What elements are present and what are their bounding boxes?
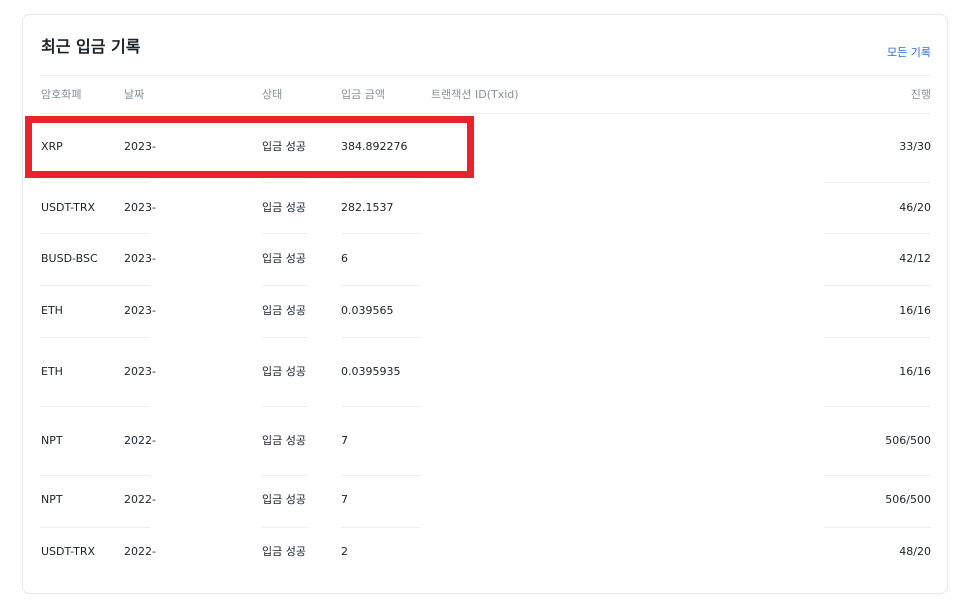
row-divider (341, 475, 421, 476)
row-divider (124, 406, 150, 407)
row-progress: 506/500 (885, 434, 931, 447)
column-header-status: 상태 (262, 88, 283, 101)
row-divider (124, 233, 150, 234)
header-top-divider (40, 75, 931, 76)
row-amount: 0.039565 (341, 304, 394, 317)
row-amount: 384.892276 (341, 140, 408, 153)
row-date: 2023- (124, 365, 156, 378)
row-date: 2023- (124, 140, 156, 153)
row-divider (262, 527, 308, 528)
row-divider (341, 182, 421, 183)
row-divider (341, 406, 421, 407)
row-divider (262, 337, 308, 338)
row-coin: NPT (41, 434, 63, 447)
row-coin: ETH (41, 365, 63, 378)
view-all-link[interactable]: 모든 기록 (887, 44, 931, 60)
column-header-coin: 암호화폐 (41, 88, 82, 101)
row-status: 입금 성공 (262, 434, 306, 447)
row-status: 입금 성공 (262, 304, 306, 317)
row-divider (824, 527, 931, 528)
row-date: 2022- (124, 545, 156, 558)
row-divider (262, 285, 308, 286)
row-status: 입금 성공 (262, 365, 306, 378)
row-divider (341, 337, 421, 338)
row-progress: 33/30 (899, 140, 931, 153)
row-date: 2023- (124, 252, 156, 265)
row-progress: 42/12 (899, 252, 931, 265)
row-coin: USDT-TRX (41, 201, 96, 214)
row-status: 입금 성공 (262, 545, 306, 558)
row-divider (124, 337, 150, 338)
row-divider (262, 475, 308, 476)
row-coin: ETH (41, 304, 63, 317)
row-divider (124, 527, 150, 528)
row-progress: 16/16 (899, 365, 931, 378)
row-divider (124, 475, 150, 476)
row-divider (824, 337, 931, 338)
row-date: 2023- (124, 201, 156, 214)
row-amount: 0.0395935 (341, 365, 401, 378)
row-progress: 506/500 (885, 493, 931, 506)
row-divider (124, 285, 150, 286)
column-header-progress: 진행 (910, 88, 931, 101)
row-date: 2022- (124, 434, 156, 447)
row-amount: 6 (341, 252, 348, 265)
row-amount: 2 (341, 545, 348, 558)
row-divider (824, 233, 931, 234)
column-header-date: 날짜 (124, 88, 145, 101)
row-progress: 46/20 (899, 201, 931, 214)
row-status: 입금 성공 (262, 201, 306, 214)
card-title: 최근 입금 기록 (41, 37, 141, 56)
row-divider (824, 182, 931, 183)
row-divider (824, 285, 931, 286)
row-divider (341, 233, 421, 234)
row-amount: 7 (341, 434, 348, 447)
row-divider (341, 527, 421, 528)
column-header-txid: 트랜잭션 ID(Txid) (431, 88, 519, 101)
row-date: 2022- (124, 493, 156, 506)
row-divider (262, 406, 308, 407)
row-amount: 282.1537 (341, 201, 394, 214)
row-coin: XRP (41, 140, 63, 153)
row-status: 입금 성공 (262, 140, 306, 153)
row-divider (341, 285, 421, 286)
row-status: 입금 성공 (262, 252, 306, 265)
row-coin: NPT (41, 493, 63, 506)
header-bottom-divider (40, 113, 931, 114)
row-amount: 7 (341, 493, 348, 506)
row-progress: 16/16 (899, 304, 931, 317)
row-divider (124, 182, 150, 183)
row-coin: BUSD-BSC (41, 252, 98, 265)
row-coin: USDT-TRX (41, 545, 96, 558)
column-header-amount: 입금 금액 (341, 88, 385, 101)
row-status: 입금 성공 (262, 493, 306, 506)
row-date: 2023- (124, 304, 156, 317)
row-divider (824, 475, 931, 476)
row-divider (262, 182, 308, 183)
row-progress: 48/20 (899, 545, 931, 558)
row-divider (824, 406, 931, 407)
row-divider (262, 233, 308, 234)
